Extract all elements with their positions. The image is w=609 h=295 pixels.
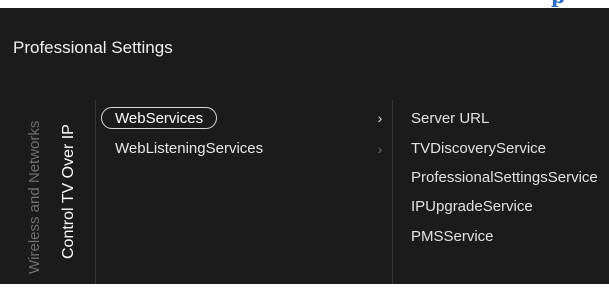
page-title: Professional Settings bbox=[13, 38, 173, 57]
chevron-right-icon: › bbox=[377, 110, 383, 126]
submenu-item-ipupgradeservice[interactable]: IPUpgradeService bbox=[411, 198, 533, 216]
menu-item-label: WebServices bbox=[101, 107, 218, 129]
menu-item-weblisteningservices[interactable]: WebListeningServices › bbox=[101, 138, 391, 162]
submenu-item-server-url[interactable]: Server URL bbox=[411, 110, 489, 128]
top-logo-glyph: p bbox=[551, 0, 565, 6]
tv-settings-screen: Professional Settings Wireless and Netwo… bbox=[0, 8, 609, 284]
breadcrumb-parent[interactable]: Wireless and Networks bbox=[26, 121, 44, 274]
column-divider-right bbox=[392, 100, 393, 284]
menu-item-label: WebListeningServices bbox=[115, 140, 264, 157]
top-logo-fragment: p bbox=[0, 0, 609, 8]
breadcrumb-current[interactable]: Control TV Over IP bbox=[59, 124, 78, 259]
chevron-right-icon: › bbox=[377, 141, 383, 157]
submenu-item-tvdiscoveryservice[interactable]: TVDiscoveryService bbox=[411, 140, 546, 158]
menu-item-webservices[interactable]: WebServices › bbox=[101, 107, 391, 131]
submenu-item-pmsservice[interactable]: PMSService bbox=[411, 228, 494, 246]
column-divider-left bbox=[95, 100, 96, 284]
submenu-item-professionalsettingsservice[interactable]: ProfessionalSettingsService bbox=[411, 169, 598, 187]
